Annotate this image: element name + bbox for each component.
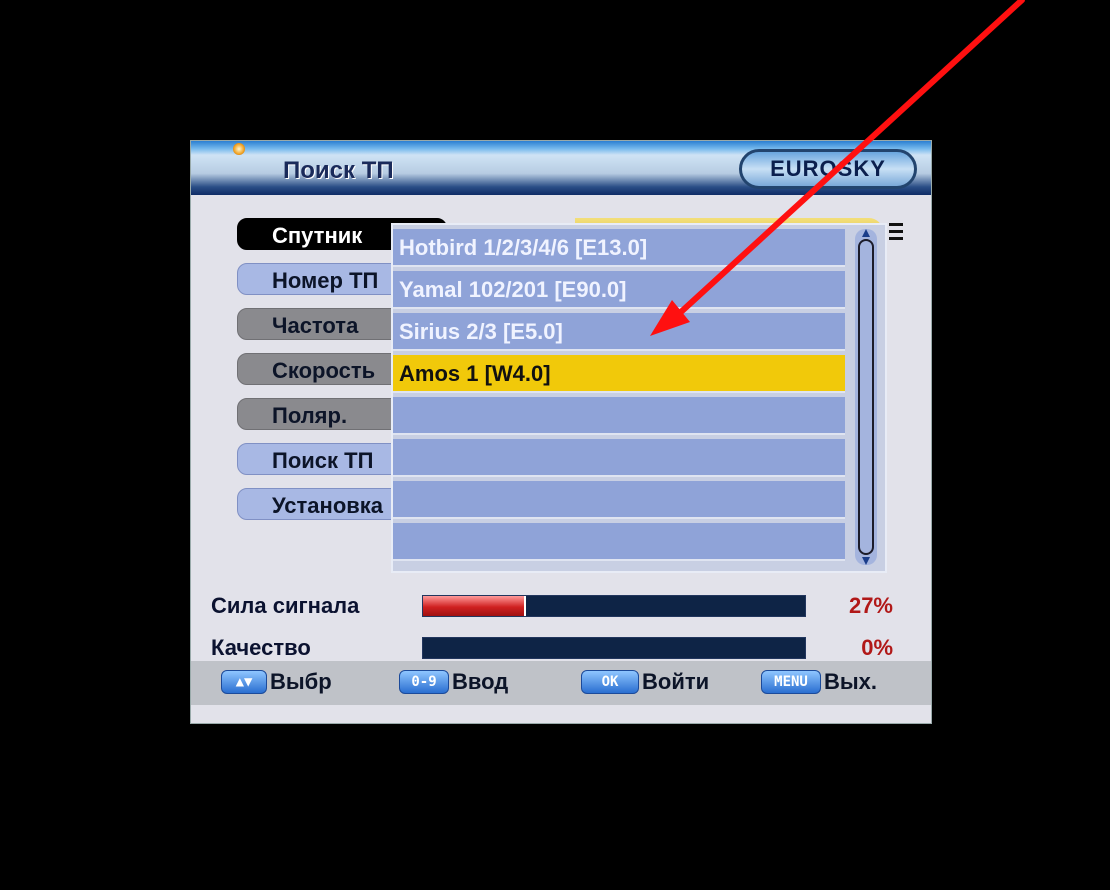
signal-quality-bar [422,637,806,659]
list-item[interactable] [393,439,845,477]
help-enter: OK Войти [581,669,709,695]
scrollbar-thumb[interactable] [858,239,874,555]
page-title: Поиск ТП [283,157,394,184]
signal-quality-value: 0% [861,635,893,660]
signal-strength-fill [423,596,527,616]
signal-strength-label: Сила сигнала [211,593,360,618]
menu-key-icon: MENU [761,670,821,694]
signal-strength-bar [422,595,806,617]
list-scrollbar[interactable] [855,229,877,565]
scroll-down-arrow-icon[interactable] [862,557,870,565]
indicator-light-icon [233,143,245,155]
signal-quality-label: Качество [211,635,311,660]
scroll-up-arrow-icon[interactable] [862,229,870,237]
ok-key-icon: OK [581,670,639,694]
title-bar: Поиск ТП EUROSKY [191,141,931,195]
brand-logo: EUROSKY [739,149,917,189]
help-select: ▲▼ Выбр [221,669,332,695]
help-input: 0-9 Ввод [399,669,508,695]
up-down-key-icon: ▲▼ [221,670,267,694]
satellite-search-panel: Поиск ТП EUROSKY Спутник Номер ТП Частот… [190,140,932,724]
list-item[interactable]: Sirius 2/3 [E5.0] [393,313,845,351]
signal-strength-value: 27% [848,593,893,618]
satellite-list-popup: Hotbird 1/2/3/4/6 [E13.0] Yamal 102/201 … [391,223,887,573]
list-item[interactable] [393,523,845,561]
list-item-selected[interactable]: Amos 1 [W4.0] [393,355,845,393]
list-menu-icon [889,223,903,241]
help-exit: MENU Вых. [761,669,877,695]
list-item[interactable] [393,481,845,519]
help-bar: ▲▼ Выбр 0-9 Ввод OK Войти MENU Вых. [191,661,931,705]
digits-key-icon: 0-9 [399,670,449,694]
list-item[interactable]: Yamal 102/201 [E90.0] [393,271,845,309]
list-item[interactable] [393,397,845,435]
list-item[interactable]: Hotbird 1/2/3/4/6 [E13.0] [393,229,845,267]
logo-text: EUROSKY [770,156,886,181]
